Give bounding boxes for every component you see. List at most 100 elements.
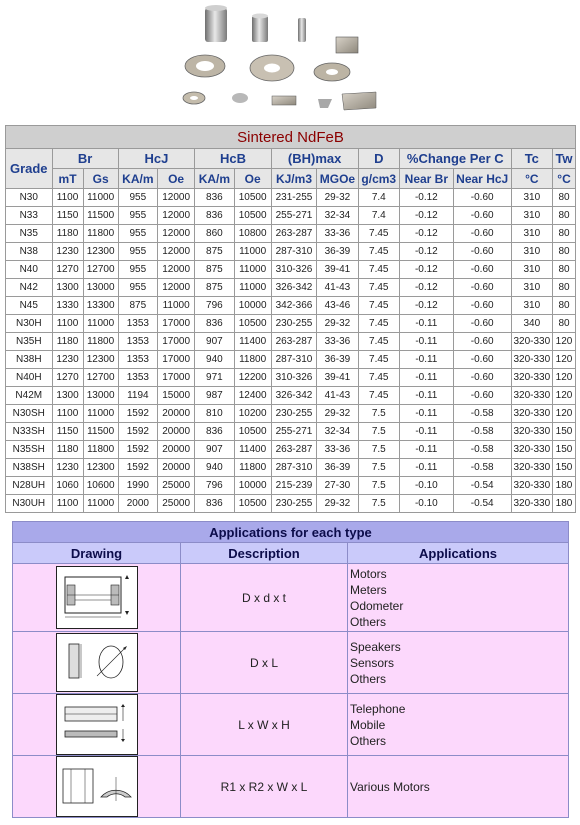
grade-row: N35 1180 11800 955 12000 860 10800 263-287 33-36…: [5, 224, 576, 243]
value-cell: -0.11: [398, 458, 454, 477]
drawing-cell: [12, 755, 181, 818]
value-cell: 1353: [117, 332, 159, 351]
value-cell: 875: [194, 260, 235, 279]
value-cell: 11000: [156, 296, 196, 315]
value-cell: 11800: [82, 224, 119, 243]
value-cell: 11800: [82, 440, 119, 459]
description-cell: D x d x t: [180, 563, 348, 632]
value-cell: 310: [510, 188, 554, 207]
value-cell: 39-41: [316, 260, 359, 279]
value-cell: 29-32: [316, 314, 359, 333]
value-cell: 1100: [51, 314, 84, 333]
value-cell: -0.54: [452, 476, 512, 495]
value-cell: 320-330: [510, 332, 554, 351]
value-cell: 340: [510, 314, 554, 333]
value-cell: 39-41: [316, 368, 359, 387]
application-row: R1 x R2 x W x L Various Motors: [12, 755, 569, 818]
value-cell: 120: [552, 368, 576, 387]
grade-cell: N30SH: [5, 404, 53, 423]
value-cell: -0.60: [452, 332, 512, 351]
value-cell: 12400: [233, 386, 272, 405]
value-cell: 12000: [156, 242, 196, 261]
value-cell: 1270: [51, 260, 84, 279]
header-applications: Applications: [347, 542, 569, 564]
grade-cell: N42M: [5, 386, 53, 405]
value-cell: 796: [194, 296, 235, 315]
value-cell: 12000: [156, 206, 196, 225]
value-cell: 15000: [156, 386, 196, 405]
value-cell: 11000: [82, 494, 119, 513]
value-cell: 2000: [117, 494, 159, 513]
value-cell: -0.60: [452, 296, 512, 315]
unit-header: mT: [51, 168, 84, 189]
value-cell: 320-330: [510, 440, 554, 459]
value-cell: 11800: [233, 458, 272, 477]
unit-header: g/cm3: [357, 168, 400, 189]
value-cell: 10500: [233, 206, 272, 225]
disc-magnet-drawing: [55, 633, 138, 692]
value-cell: 287-310: [270, 458, 318, 477]
value-cell: 12000: [156, 278, 196, 297]
value-cell: 310: [510, 242, 554, 261]
value-cell: 12000: [156, 260, 196, 279]
value-cell: 320-330: [510, 368, 554, 387]
value-cell: 310-326: [270, 260, 318, 279]
value-cell: 150: [552, 458, 576, 477]
value-cell: 7.5: [357, 458, 400, 477]
value-cell: 10500: [233, 422, 272, 441]
value-cell: 11800: [233, 350, 272, 369]
value-cell: 25000: [156, 476, 196, 495]
grade-row: N40 1270 12700 955 12000 875 11000 310-326 39-41…: [5, 260, 576, 279]
value-cell: 25000: [156, 494, 196, 513]
header-drawing: Drawing: [12, 542, 181, 564]
value-cell: -0.60: [452, 260, 512, 279]
value-cell: 1150: [51, 422, 84, 441]
value-cell: 320-330: [510, 386, 554, 405]
magnets-product-photo: [180, 2, 380, 120]
value-cell: 1353: [117, 314, 159, 333]
grade-cell: N30UH: [5, 494, 53, 513]
application-row: D x L Speakers Sensors Others: [12, 631, 569, 694]
grade-row: N42 1300 13000 955 12000 875 11000 326-342 41-43…: [5, 278, 576, 297]
application-row: D x d x t Motors Meters Odometer Others: [12, 563, 569, 632]
value-cell: 215-239: [270, 476, 318, 495]
grade-row: N33SH 1150 11500 1592 20000 836 10500 255-271 32…: [5, 422, 576, 441]
grade-cell: N38SH: [5, 458, 53, 477]
value-cell: 230-255: [270, 494, 318, 513]
value-cell: 13300: [82, 296, 119, 315]
header-density: D: [357, 148, 400, 169]
value-cell: 310: [510, 224, 554, 243]
description-cell: R1 x R2 x W x L: [180, 755, 348, 818]
value-cell: 1300: [51, 386, 84, 405]
value-cell: 33-36: [316, 332, 359, 351]
value-cell: -0.12: [398, 296, 454, 315]
value-cell: -0.11: [398, 386, 454, 405]
value-cell: -0.11: [398, 422, 454, 441]
value-cell: 17000: [156, 368, 196, 387]
value-cell: -0.10: [398, 494, 454, 513]
value-cell: 10000: [233, 476, 272, 495]
value-cell: 11000: [82, 314, 119, 333]
value-cell: 11800: [82, 332, 119, 351]
value-cell: -0.60: [452, 368, 512, 387]
ndfeb-spec-table: Sintered NdFeB Grade Br HcJ HcB (BH)max …: [5, 125, 576, 513]
grade-cell: N38: [5, 242, 53, 261]
value-cell: 120: [552, 404, 576, 423]
value-cell: 11500: [82, 422, 119, 441]
grade-row: N45 1330 13300 875 11000 796 10000 342-366 43-46…: [5, 296, 576, 315]
value-cell: 1230: [51, 350, 84, 369]
application-item: Others: [350, 733, 387, 748]
value-cell: 907: [194, 440, 235, 459]
value-cell: 80: [552, 278, 576, 297]
value-cell: -0.60: [452, 242, 512, 261]
value-cell: 11000: [233, 278, 272, 297]
applications-cell: Various Motors: [347, 755, 569, 818]
header-tw: Tw: [552, 148, 576, 169]
ring-magnet-drawing: [55, 566, 138, 629]
value-cell: -0.60: [452, 188, 512, 207]
value-cell: 150: [552, 440, 576, 459]
value-cell: -0.60: [452, 314, 512, 333]
value-cell: 7.45: [357, 314, 400, 333]
value-cell: 1230: [51, 458, 84, 477]
value-cell: 860: [194, 224, 235, 243]
